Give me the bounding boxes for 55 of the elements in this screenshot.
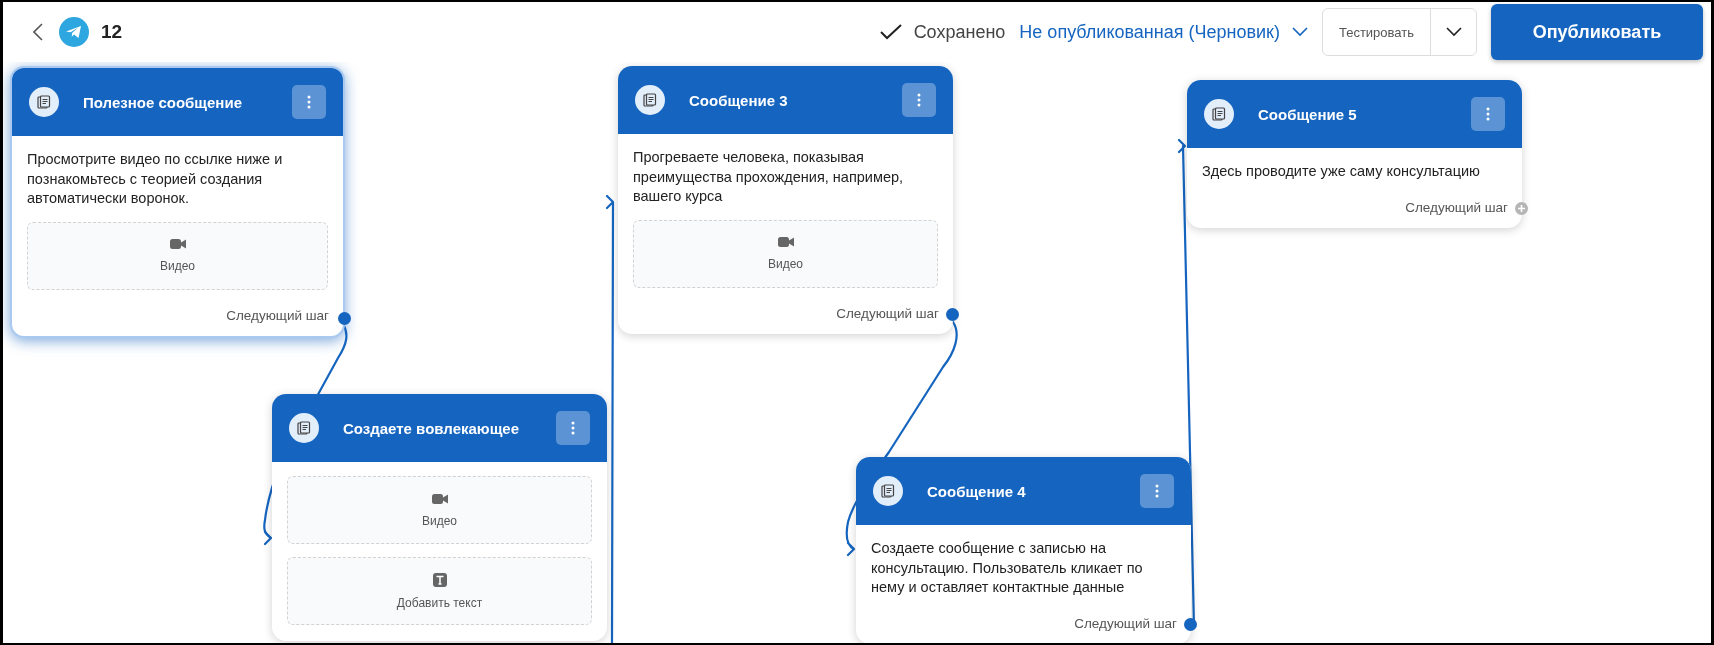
kebab-icon — [1486, 107, 1490, 121]
message-text: Прогреваете человека, показывая преимущества прохождения, например, вашего курса — [633, 148, 905, 206]
more-menu-button[interactable] — [1471, 97, 1505, 131]
message-text: Здесь проводите уже саму консультацию — [1202, 162, 1481, 181]
card-title: Сообщение 5 — [1258, 105, 1358, 123]
chevron-down-icon — [1291, 27, 1308, 37]
connector-dot[interactable] — [338, 311, 351, 325]
connector-dot[interactable] — [946, 307, 959, 321]
card-title: Создаете вовлекающее — [343, 419, 520, 437]
telegram-icon — [59, 17, 89, 47]
back-icon[interactable] — [33, 23, 43, 41]
message-icon — [1204, 99, 1234, 129]
next-step-label: Следующий шаг — [836, 306, 939, 321]
video-camera-icon — [777, 236, 794, 248]
video-camera-icon — [169, 238, 186, 250]
card-title: Сообщение 4 — [927, 482, 1027, 500]
kebab-icon — [571, 421, 575, 435]
message-card[interactable]: Сообщение 5 Здесь проводите уже саму консультацию Следующий шаг — [1187, 80, 1522, 228]
chevron-down-icon — [1445, 27, 1462, 37]
check-icon — [879, 24, 902, 40]
more-menu-button[interactable] — [902, 83, 936, 117]
video-block[interactable]: Видео — [633, 219, 938, 288]
message-icon — [635, 85, 665, 115]
test-button[interactable]: Тестировать — [1322, 9, 1430, 55]
kebab-icon — [1155, 484, 1159, 498]
connector-dot[interactable] — [1184, 617, 1197, 631]
kebab-icon — [917, 93, 921, 107]
add-text-block[interactable]: Добавить текст — [287, 557, 592, 625]
card-title: Сообщение 3 — [689, 91, 789, 109]
message-card[interactable]: Создаете вовлекающее Видео Добавить текст — [272, 394, 607, 641]
next-step-label: Следующий шаг — [1074, 616, 1177, 631]
message-card[interactable]: Полезное сообщение Просмотрите видео по ссылке ниже и познакомьтесь с теорией создания автоматически воронок. Видео Следующий шаг — [10, 66, 345, 338]
kebab-icon — [307, 95, 311, 109]
message-icon — [289, 413, 319, 443]
publish-button[interactable]: Опубликовать — [1491, 4, 1703, 60]
video-block[interactable]: Видео — [27, 221, 328, 290]
message-icon — [873, 476, 903, 506]
video-block[interactable]: Видео — [287, 476, 592, 544]
message-icon — [29, 87, 59, 117]
bot-count: 12 — [101, 21, 123, 43]
save-status: Сохранено — [913, 21, 1006, 43]
message-text: Просмотрите видео по ссылке ниже и познакомьтесь с теорией создания автоматически воронок. — [27, 150, 284, 208]
message-text: Создаете сообщение с записью на консультацию. Пользователь кликает по нему и оставляет контактные данные — [871, 539, 1144, 597]
publish-state-dropdown[interactable]: Не опубликованная (Черновик) — [1019, 21, 1308, 43]
card-title: Полезное сообщение — [83, 93, 243, 111]
add-step-icon[interactable] — [1515, 201, 1528, 215]
message-card[interactable]: Сообщение 4 Создаете сообщение с записью на консультацию. Пользователь кликает по нему и оставляет контактные данные Следующий шаг — [856, 457, 1191, 643]
more-menu-button[interactable] — [292, 85, 326, 119]
text-icon — [432, 572, 447, 587]
next-step-label: Следующий шаг — [1405, 200, 1508, 215]
more-menu-button[interactable] — [1140, 474, 1174, 508]
next-step-label: Следующий шаг — [226, 308, 329, 323]
video-camera-icon — [431, 492, 448, 505]
more-menu-button[interactable] — [556, 411, 590, 445]
message-card[interactable]: Сообщение 3 Прогреваете человека, показывая преимущества прохождения, например, вашего курса Видео Следующий шаг — [618, 66, 953, 334]
